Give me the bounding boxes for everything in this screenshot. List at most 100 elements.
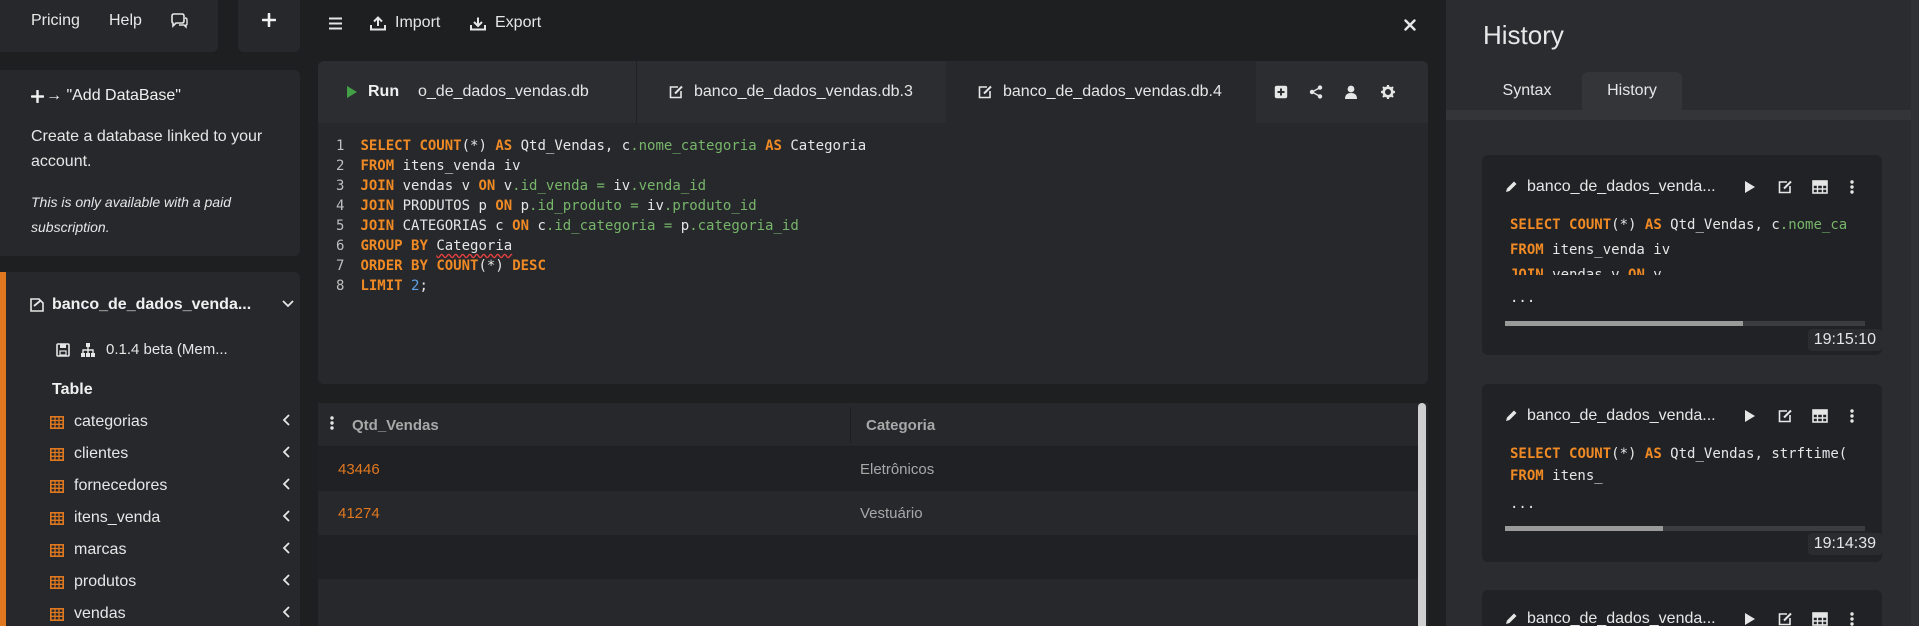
code-line-1: 1 SELECT COUNT(*) AS Qtd_Vendas, c.nome_… — [336, 138, 867, 154]
download-icon — [470, 17, 486, 30]
sql-editor[interactable]: 1 SELECT COUNT(*) AS Qtd_Vendas, c.nome_… — [318, 136, 1428, 376]
tab-db-1[interactable]: o_de_dados_vendas.db — [418, 61, 636, 123]
history-item[interactable]: banco_de_dados_venda... — [1482, 590, 1882, 626]
share-icon[interactable] — [1309, 85, 1323, 99]
table-item-vendas[interactable]: vendas — [50, 602, 290, 626]
new-database-box — [238, 0, 300, 52]
tab-label: o_de_dados_vendas.db — [418, 83, 589, 100]
database-info: 0.1.4 beta (Mem... — [56, 341, 228, 358]
top-nav: Pricing Help — [0, 0, 218, 52]
table-item-marcas[interactable]: marcas — [50, 538, 290, 562]
table-icon — [50, 543, 64, 557]
history-code-ellipsis: ... — [1510, 290, 1536, 306]
code-line-8: 8 LIMIT 2; — [336, 278, 428, 294]
database-version: 0.1.4 beta (Mem... — [106, 341, 228, 358]
column-divider — [850, 407, 851, 443]
grid-icon — [1812, 409, 1828, 423]
table-item-produtos[interactable]: produtos — [50, 570, 290, 594]
new-tab-icon[interactable] — [1274, 85, 1288, 99]
table-name: clientes — [74, 445, 129, 462]
chat-icon[interactable] — [170, 13, 188, 29]
table-header: Table — [52, 381, 93, 398]
code-line-6: 6 GROUP BY Categoria — [336, 238, 513, 254]
database-panel: banco_de_dados_venda... 0.1.4 beta (Mem.… — [0, 272, 300, 626]
grid-icon — [1812, 180, 1828, 194]
play-icon — [1745, 410, 1755, 422]
user-icon[interactable] — [1345, 85, 1357, 99]
history-item-header: banco_de_dados_venda... — [1504, 407, 1874, 425]
gear-icon[interactable] — [1381, 85, 1395, 99]
history-scroll-thumb[interactable] — [1505, 321, 1743, 326]
chevron-left-icon — [282, 414, 290, 426]
help-link[interactable]: Help — [109, 12, 142, 30]
column-menu-icon[interactable] — [330, 416, 334, 430]
table-icon — [50, 607, 64, 621]
tab-db-4[interactable]: banco_de_dados_vendas.db.4 — [946, 61, 1256, 123]
history-item-name: banco_de_dados_venda... — [1527, 407, 1716, 424]
run-button[interactable]: Run — [318, 61, 422, 123]
close-icon[interactable] — [1404, 19, 1416, 31]
database-header[interactable]: banco_de_dados_venda... — [30, 296, 294, 314]
edit-icon — [978, 85, 992, 99]
table-row[interactable]: 43446 Eletrônicos — [318, 447, 1422, 491]
tab-syntax[interactable]: Syntax — [1472, 72, 1582, 110]
upload-icon — [370, 15, 386, 30]
table-row[interactable]: 41274 Vestuário — [318, 491, 1422, 535]
run-label: Run — [368, 83, 400, 100]
add-database-card: → "Add DataBase" Create a database linke… — [0, 70, 300, 256]
import-button[interactable]: Import — [370, 14, 440, 32]
more-icon — [1850, 180, 1854, 194]
more-icon — [1850, 612, 1854, 626]
history-item[interactable]: banco_de_dados_venda... SELECT COUNT(*) … — [1482, 384, 1882, 562]
table-item-itens-venda[interactable]: itens_venda — [50, 506, 290, 530]
cell-qtd: 41274 — [338, 505, 380, 522]
history-item-header: banco_de_dados_venda... — [1504, 610, 1874, 626]
chevron-down-icon — [282, 300, 294, 308]
play-icon — [1745, 613, 1755, 625]
grid-icon — [1812, 612, 1828, 626]
export-button[interactable]: Export — [470, 14, 541, 32]
results-scrollbar[interactable] — [1418, 403, 1426, 626]
tab-label: banco_de_dados_vendas.db.4 — [1003, 83, 1222, 100]
editor-toolbar: Import Export — [318, 0, 1428, 52]
table-item-categorias[interactable]: categorias — [50, 410, 290, 434]
edit-icon — [1778, 409, 1792, 423]
results-panel: Qtd_Vendas Categoria 43446 Eletrônicos 4… — [318, 403, 1428, 626]
history-item-header: banco_de_dados_venda... — [1504, 178, 1874, 196]
history-code-line: JOIN vendas v ON v. — [1510, 267, 1671, 275]
table-item-clientes[interactable]: clientes — [50, 442, 290, 466]
schema-icon — [81, 342, 95, 357]
column-header-categoria[interactable]: Categoria — [866, 417, 935, 434]
editor-tabs: Run o_de_dados_vendas.db banco_de_dados_… — [318, 61, 1428, 123]
code-line-2: 2 FROM itens_venda iv — [336, 158, 521, 174]
history-scrollbar[interactable] — [1911, 0, 1919, 626]
results-header: Qtd_Vendas Categoria — [318, 403, 1422, 447]
history-scroll-track[interactable] — [1505, 321, 1865, 326]
table-item-fornecedores[interactable]: fornecedores — [50, 474, 290, 498]
table-name: marcas — [74, 541, 127, 558]
table-name: categorias — [74, 413, 148, 430]
add-icon[interactable] — [262, 13, 276, 27]
add-database-button[interactable]: → "Add DataBase" — [31, 87, 181, 105]
column-header-qtd-vendas[interactable]: Qtd_Vendas — [352, 417, 439, 434]
table-icon — [50, 415, 64, 429]
pricing-link[interactable]: Pricing — [31, 12, 80, 30]
history-item[interactable]: banco_de_dados_venda... SELECT COUNT(*) … — [1482, 155, 1882, 355]
history-scroll-track[interactable] — [1505, 526, 1865, 531]
tab-history[interactable]: History — [1582, 72, 1682, 110]
cell-qtd: 43446 — [338, 461, 380, 478]
add-database-description: Create a database linked to your account… — [31, 128, 263, 170]
history-scroll-thumb[interactable] — [1505, 526, 1664, 531]
pencil-icon — [1506, 410, 1517, 421]
chevron-left-icon — [282, 446, 290, 458]
menu-icon[interactable] — [328, 17, 343, 30]
tab-db-3[interactable]: banco_de_dados_vendas.db.3 — [636, 61, 946, 123]
paid-note: This is only available with a paid subsc… — [31, 194, 231, 235]
code-line-5: 5 JOIN CATEGORIAS c ON c.id_categoria = … — [336, 218, 799, 234]
table-icon — [50, 511, 64, 525]
code-line-3: 3 JOIN vendas v ON v.id_venda = iv.venda… — [336, 178, 707, 194]
history-code-line: FROM itens_ — [1510, 468, 1603, 484]
table-icon — [50, 447, 64, 461]
history-code-line: SELECT COUNT(*) AS Qtd_Vendas, c.nome_ca — [1510, 217, 1848, 233]
history-code-ellipsis: ... — [1510, 496, 1536, 512]
